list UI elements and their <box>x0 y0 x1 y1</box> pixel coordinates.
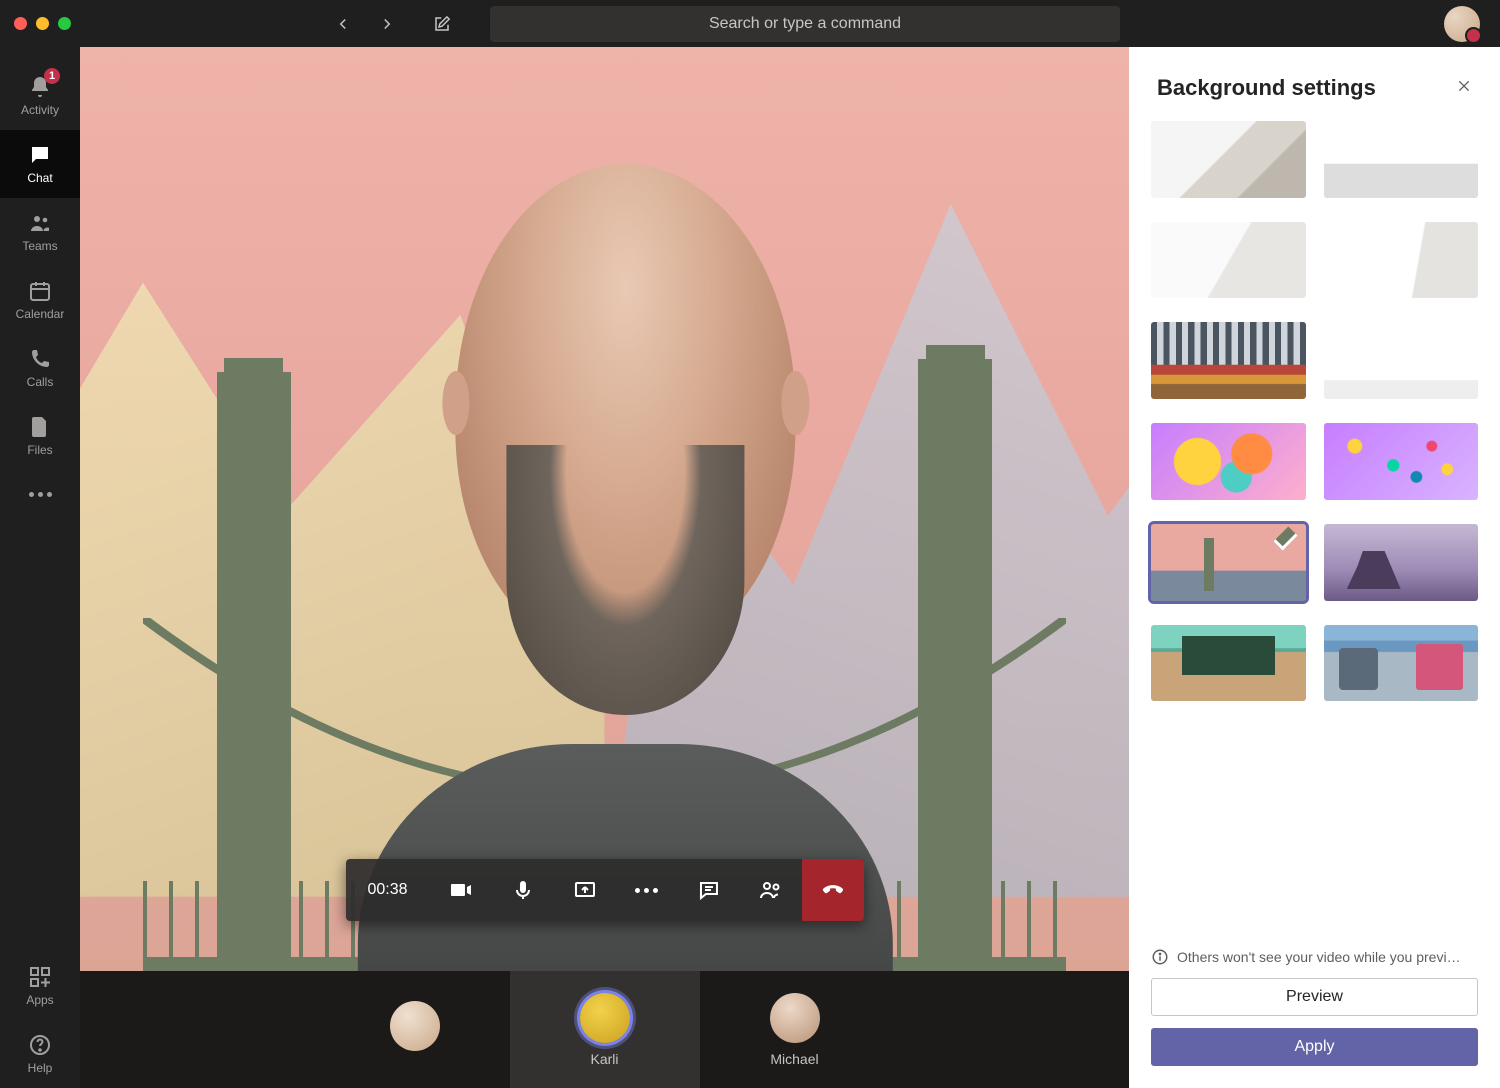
rail-chat[interactable]: Chat <box>0 130 80 198</box>
rail-activity[interactable]: 1 Activity <box>0 62 80 130</box>
participant-tile[interactable]: Michael <box>700 971 890 1088</box>
window-close-traffic-light[interactable] <box>14 17 27 30</box>
rail-files-label: Files <box>27 443 52 457</box>
bg-option-loft-colorful[interactable] <box>1151 322 1306 399</box>
profile-avatar[interactable] <box>1444 6 1480 42</box>
background-options-grid <box>1129 111 1500 933</box>
rail-apps-label: Apps <box>26 993 53 1007</box>
close-panel-button[interactable] <box>1456 78 1472 99</box>
call-stage: 00:38 <box>80 47 1129 1088</box>
rail-teams-label: Teams <box>22 239 57 253</box>
participants-strip: Karli Michael <box>80 971 1129 1088</box>
bg-option-room-window-2[interactable] <box>1324 121 1479 198</box>
bg-option-studio-plain[interactable] <box>1324 322 1479 399</box>
bg-option-abstract-spheres[interactable] <box>1324 423 1479 500</box>
more-icon <box>29 492 52 497</box>
rail-help[interactable]: Help <box>0 1020 80 1088</box>
search-input[interactable]: Search or type a command <box>490 6 1120 42</box>
rail-calendar[interactable]: Calendar <box>0 266 80 334</box>
more-icon <box>635 888 658 893</box>
participant-avatar <box>770 993 820 1043</box>
participant-name: Karli <box>590 1051 618 1067</box>
participant-avatar <box>580 993 630 1043</box>
bg-option-white-gallery[interactable] <box>1324 222 1479 299</box>
rail-calendar-label: Calendar <box>16 307 65 321</box>
app-rail: 1 Activity Chat Teams Calendar Calls Fil… <box>0 47 80 1088</box>
bg-option-tech-lab[interactable] <box>1324 625 1479 702</box>
rail-apps[interactable]: Apps <box>0 952 80 1020</box>
bg-option-abstract-balloons[interactable] <box>1151 423 1306 500</box>
bg-option-white-stairs[interactable] <box>1151 222 1306 299</box>
window-minimize-traffic-light[interactable] <box>36 17 49 30</box>
preview-button[interactable]: Preview <box>1151 978 1478 1016</box>
rail-files[interactable]: Files <box>0 402 80 470</box>
share-screen-button[interactable] <box>554 859 616 921</box>
show-participants-button[interactable] <box>740 859 802 921</box>
nav-back-button[interactable] <box>334 15 352 33</box>
rail-calls[interactable]: Calls <box>0 334 80 402</box>
info-icon <box>1151 948 1169 966</box>
panel-title: Background settings <box>1157 75 1376 101</box>
bg-option-room-window-1[interactable] <box>1151 121 1306 198</box>
call-controls: 00:38 <box>345 859 863 921</box>
participant-avatar <box>390 1001 440 1051</box>
bg-option-bridge-illustration[interactable] <box>1151 524 1306 601</box>
self-person <box>311 112 940 971</box>
rail-help-label: Help <box>28 1061 53 1075</box>
hang-up-button[interactable] <box>802 859 864 921</box>
rail-more-button[interactable] <box>0 470 80 518</box>
rail-chat-label: Chat <box>27 171 52 185</box>
self-video: 00:38 <box>80 47 1129 971</box>
title-bar: Search or type a command <box>0 0 1500 47</box>
background-settings-panel: Background settings Others won't see you… <box>1129 47 1500 1088</box>
participant-tile[interactable] <box>320 971 510 1088</box>
bg-option-classroom[interactable] <box>1151 625 1306 702</box>
preview-note: Others won't see your video while you pr… <box>1151 948 1478 966</box>
preview-note-text: Others won't see your video while you pr… <box>1177 949 1461 965</box>
apply-button[interactable]: Apply <box>1151 1028 1478 1066</box>
bg-option-scifi-arch[interactable] <box>1324 524 1479 601</box>
nav-forward-button[interactable] <box>378 15 396 33</box>
toggle-camera-button[interactable] <box>430 859 492 921</box>
activity-badge: 1 <box>44 68 60 84</box>
rail-activity-label: Activity <box>21 103 59 117</box>
toggle-mic-button[interactable] <box>492 859 554 921</box>
more-actions-button[interactable] <box>616 859 678 921</box>
new-chat-button[interactable] <box>433 15 451 33</box>
window-zoom-traffic-light[interactable] <box>58 17 71 30</box>
rail-teams[interactable]: Teams <box>0 198 80 266</box>
participant-tile[interactable]: Karli <box>510 971 700 1088</box>
rail-calls-label: Calls <box>27 375 54 389</box>
show-conversation-button[interactable] <box>678 859 740 921</box>
participant-name: Michael <box>770 1051 818 1067</box>
call-duration: 00:38 <box>345 881 429 899</box>
